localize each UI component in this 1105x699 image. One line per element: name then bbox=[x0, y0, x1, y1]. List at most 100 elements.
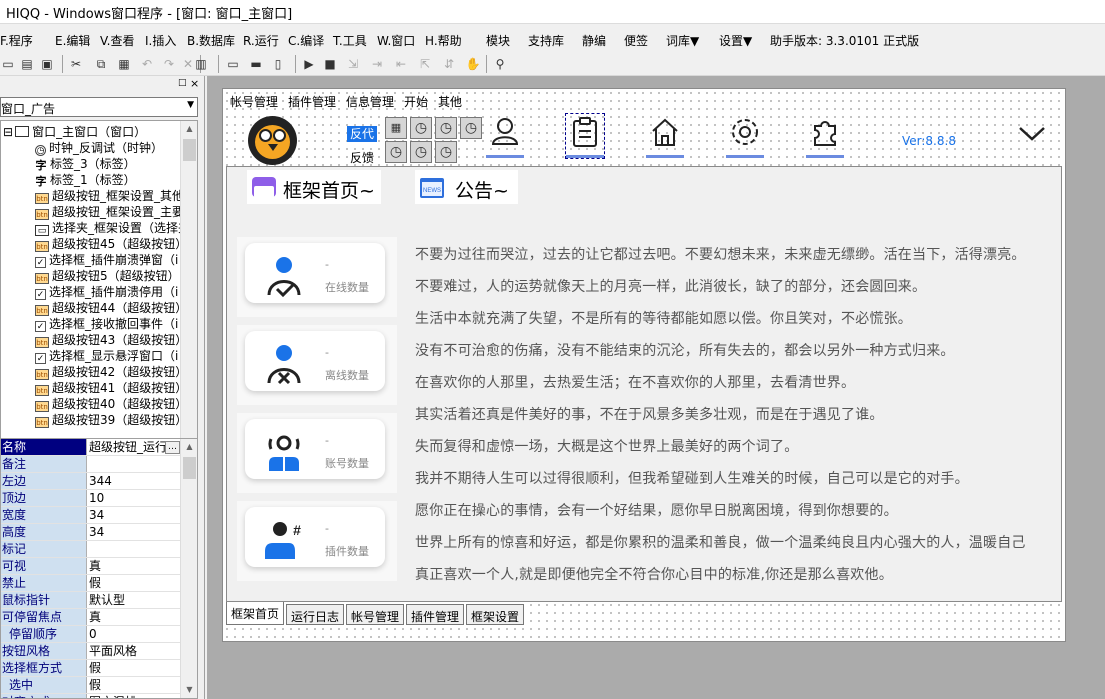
tab-settings[interactable]: 框架设置 bbox=[466, 604, 525, 625]
property-row[interactable]: 按钮风格 平面风格 bbox=[1, 643, 182, 660]
tree-item[interactable]: btn 超级按钮42（超级按钮） bbox=[35, 364, 187, 380]
tab-account[interactable]: 帐号管理 bbox=[346, 604, 405, 625]
property-value[interactable]: 默认型 bbox=[89, 592, 181, 608]
tree-item[interactable]: ✓ 选择框_显示悬浮窗口（i bbox=[35, 348, 178, 364]
property-row[interactable]: 选择框方式假 bbox=[1, 660, 182, 677]
tree-item[interactable]: btn 超级按钮45（超级按钮） bbox=[35, 236, 187, 252]
menu-tools[interactable]: T.工具 bbox=[333, 32, 367, 49]
property-row[interactable]: 备注 bbox=[1, 456, 182, 473]
property-row[interactable]: 标记 bbox=[1, 541, 182, 558]
property-value[interactable]: 34 bbox=[89, 507, 181, 523]
tree-item[interactable]: 字标签_1（标签） bbox=[35, 172, 136, 188]
property-row[interactable]: 停留顺序 0 bbox=[1, 626, 182, 643]
chevron-down-icon[interactable]: ▼ bbox=[187, 100, 194, 110]
menu-database[interactable]: B.数据库 bbox=[187, 32, 235, 49]
step4-icon[interactable]: ⇱ bbox=[417, 56, 433, 72]
form-menu-start[interactable]: 开始 bbox=[404, 93, 428, 110]
step5-icon[interactable]: ⇵ bbox=[441, 56, 457, 72]
step2-icon[interactable]: ⇥ bbox=[369, 56, 385, 72]
form-menu-plugin[interactable]: 插件管理 bbox=[288, 93, 336, 110]
property-row[interactable]: 鼠标指针 默认型 bbox=[1, 592, 182, 609]
ellipsis-button[interactable]: … bbox=[165, 441, 180, 454]
tree-item[interactable]: 字标签_3（标签） bbox=[35, 156, 136, 172]
form-menu-info[interactable]: 信息管理 bbox=[346, 93, 394, 110]
hand-icon[interactable]: ✋ bbox=[465, 56, 481, 72]
tree-item[interactable]: btn 超级按钮43（超级按钮） bbox=[35, 332, 187, 348]
menu-edit[interactable]: E.编辑 bbox=[55, 32, 90, 49]
tree-item[interactable]: btn 超级按钮5（超级按钮） bbox=[35, 268, 180, 284]
menu-settings[interactable]: 设置▼ bbox=[719, 32, 752, 49]
tree-scrollbar[interactable]: ▲▼ bbox=[180, 121, 197, 491]
menu-module[interactable]: 模块 bbox=[486, 32, 510, 49]
menu-static-compile[interactable]: 静编 bbox=[582, 32, 606, 49]
redo-icon[interactable]: ↷ bbox=[161, 56, 177, 72]
pin-icon[interactable]: □ bbox=[178, 78, 187, 88]
layout1-icon[interactable]: ▭ bbox=[225, 56, 241, 72]
property-row[interactable]: 名称 超级按钮_运行 bbox=[1, 439, 182, 456]
tab-home[interactable]: 框架首页 bbox=[226, 602, 285, 625]
nav-user-button[interactable] bbox=[486, 114, 524, 158]
chevron-down-icon[interactable] bbox=[1018, 126, 1046, 145]
menu-support-lib[interactable]: 支持库 bbox=[528, 32, 564, 49]
tree-item[interactable]: btn 超级按钮_框架设置_其他 bbox=[35, 188, 184, 204]
cut-icon[interactable]: ✂ bbox=[68, 56, 84, 72]
menu-dictionary[interactable]: 词库▼ bbox=[666, 32, 699, 49]
property-row[interactable]: 选中假 bbox=[1, 677, 182, 694]
property-value[interactable]: 平面风格 bbox=[89, 643, 181, 659]
property-row[interactable]: 禁止假 bbox=[1, 575, 182, 592]
nav-plugin-button[interactable] bbox=[806, 114, 844, 158]
step1-icon[interactable]: ⇲ bbox=[345, 56, 361, 72]
property-scrollbar[interactable]: ▲ ▼ bbox=[180, 439, 197, 698]
tree-item[interactable]: ✓ 选择框_插件崩溃弹窗（i bbox=[35, 252, 178, 268]
property-value[interactable]: 图文混排 bbox=[89, 694, 181, 698]
open-icon[interactable]: ▭ bbox=[0, 56, 16, 72]
menu-insert[interactable]: I.插入 bbox=[145, 32, 176, 49]
property-value[interactable]: 0 bbox=[89, 626, 181, 642]
menu-window[interactable]: W.窗口 bbox=[377, 32, 415, 49]
tree-item[interactable]: btn 超级按钮39（超级按钮） bbox=[35, 412, 187, 428]
save-icon[interactable]: ▤ bbox=[19, 56, 35, 72]
menu-notes[interactable]: 便签 bbox=[624, 32, 648, 49]
save-all-icon[interactable]: ▣ bbox=[39, 56, 55, 72]
tab-run-log[interactable]: 运行日志 bbox=[286, 604, 345, 625]
fankui-label[interactable]: 反馈 bbox=[350, 149, 374, 166]
property-value[interactable]: 344 bbox=[89, 473, 181, 489]
property-row[interactable]: 顶边 10 bbox=[1, 490, 182, 507]
layout2-icon[interactable]: ▬ bbox=[248, 56, 264, 72]
property-row[interactable]: 高度 34 bbox=[1, 524, 182, 541]
tree-item[interactable]: btn 超级按钮40（超级按钮） bbox=[35, 396, 187, 412]
property-value[interactable] bbox=[89, 541, 181, 557]
property-value[interactable]: 假 bbox=[89, 677, 181, 693]
property-value[interactable]: 假 bbox=[89, 660, 181, 676]
property-row[interactable]: 宽度 34 bbox=[1, 507, 182, 524]
tree-item[interactable]: btn 超级按钮_框架设置_主要 bbox=[35, 204, 184, 220]
property-row[interactable]: 可视真 bbox=[1, 558, 182, 575]
form-menu-other[interactable]: 其他 bbox=[438, 93, 462, 110]
nav-clipboard-button[interactable] bbox=[565, 113, 605, 159]
property-value[interactable]: 真 bbox=[89, 609, 181, 625]
form-menu-account[interactable]: 帐号管理 bbox=[230, 93, 278, 110]
nav-home-button[interactable] bbox=[646, 114, 684, 158]
property-value[interactable] bbox=[89, 456, 181, 472]
find-icon[interactable]: ⚲ bbox=[492, 56, 508, 72]
menu-help[interactable]: H.帮助 bbox=[425, 32, 462, 49]
tree-item[interactable]: ✓ 选择框_插件崩溃停用（i bbox=[35, 284, 178, 300]
collapse-icon[interactable]: ⊟ bbox=[3, 125, 13, 139]
tree-item[interactable]: ▭ 选择夹_框架设置（选择夹 bbox=[35, 220, 190, 236]
property-value[interactable]: 假 bbox=[89, 575, 181, 591]
preview-icon[interactable]: ▥ bbox=[193, 56, 209, 72]
stop-icon[interactable]: ■ bbox=[322, 56, 338, 72]
run-icon[interactable]: ▶ bbox=[301, 56, 317, 72]
tab-plugin[interactable]: 插件管理 bbox=[406, 604, 465, 625]
property-row[interactable]: 对齐方式图文混排 bbox=[1, 694, 182, 698]
property-value[interactable]: 34 bbox=[89, 524, 181, 540]
layout3-icon[interactable]: ▯ bbox=[270, 56, 286, 72]
menu-compile[interactable]: C.编译 bbox=[288, 32, 324, 49]
tree-item[interactable]: btn 超级按钮41（超级按钮） bbox=[35, 380, 187, 396]
window-selector[interactable]: 窗口_广告 ▼ bbox=[0, 97, 198, 117]
paste-icon[interactable]: ▦ bbox=[116, 56, 132, 72]
undo-icon[interactable]: ↶ bbox=[139, 56, 155, 72]
menu-program[interactable]: F.程序 bbox=[0, 32, 33, 49]
tree-item[interactable]: btn 超级按钮44（超级按钮） bbox=[35, 300, 187, 316]
copy-icon[interactable]: ⧉ bbox=[93, 56, 109, 72]
